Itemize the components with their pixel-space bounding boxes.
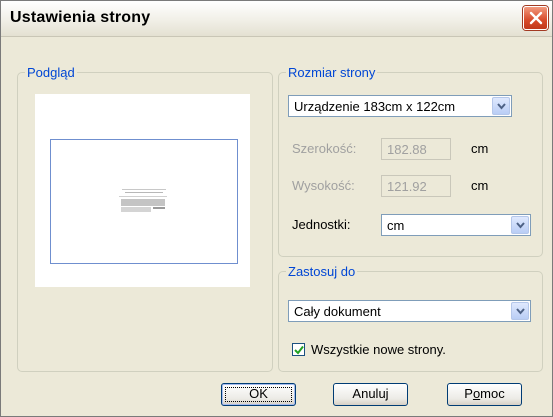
ok-button[interactable]: OK xyxy=(221,383,296,406)
focus-rect xyxy=(225,387,292,402)
width-field: 182.88 xyxy=(381,138,451,160)
title-bar[interactable]: Ustawienia strony xyxy=(1,1,552,37)
height-field: 121.92 xyxy=(381,175,451,197)
apply-scope-select[interactable]: Cały dokument xyxy=(288,300,531,322)
device-size-dropdown-button[interactable] xyxy=(492,97,510,115)
units-dropdown-button[interactable] xyxy=(511,216,529,234)
close-button[interactable] xyxy=(523,6,548,30)
preview-content-thumbnail xyxy=(119,189,169,215)
apply-scope-dropdown-button[interactable] xyxy=(511,302,529,320)
chevron-down-icon xyxy=(516,308,525,315)
units-label: Jednostki: xyxy=(292,217,351,232)
apply-scope-value: Cały dokument xyxy=(294,304,381,319)
cancel-button[interactable]: Anuluj xyxy=(333,383,408,406)
window-title: Ustawienia strony xyxy=(10,9,151,26)
height-value: 121.92 xyxy=(387,179,427,194)
chevron-down-icon xyxy=(497,103,506,110)
check-icon xyxy=(294,345,304,355)
preview-legend: Podgląd xyxy=(27,65,75,80)
width-unit: cm xyxy=(471,141,489,156)
width-label: Szerokość: xyxy=(292,141,357,156)
units-select[interactable]: cm xyxy=(381,214,531,236)
apply-to-legend: Zastosuj do xyxy=(288,264,356,279)
height-unit: cm xyxy=(471,178,489,193)
width-value: 182.88 xyxy=(387,142,427,157)
device-size-select[interactable]: Urządzenie 183cm x 122cm xyxy=(288,95,512,117)
page-setup-dialog: Ustawienia strony Podgląd Rozmiar strony… xyxy=(0,0,553,417)
all-new-pages-checkbox[interactable] xyxy=(292,343,305,356)
device-size-value: Urządzenie 183cm x 122cm xyxy=(294,99,456,114)
page-size-legend: Rozmiar strony xyxy=(288,65,376,80)
cancel-button-label: Anuluj xyxy=(352,386,389,401)
help-button[interactable]: Pomoc xyxy=(447,383,522,406)
help-button-label: Pomoc xyxy=(464,386,505,401)
all-new-pages-label[interactable]: Wszystkie nowe strony. xyxy=(311,342,446,357)
units-value: cm xyxy=(387,218,405,233)
close-icon xyxy=(529,11,543,25)
chevron-down-icon xyxy=(516,222,525,229)
height-label: Wysokość: xyxy=(292,178,355,193)
